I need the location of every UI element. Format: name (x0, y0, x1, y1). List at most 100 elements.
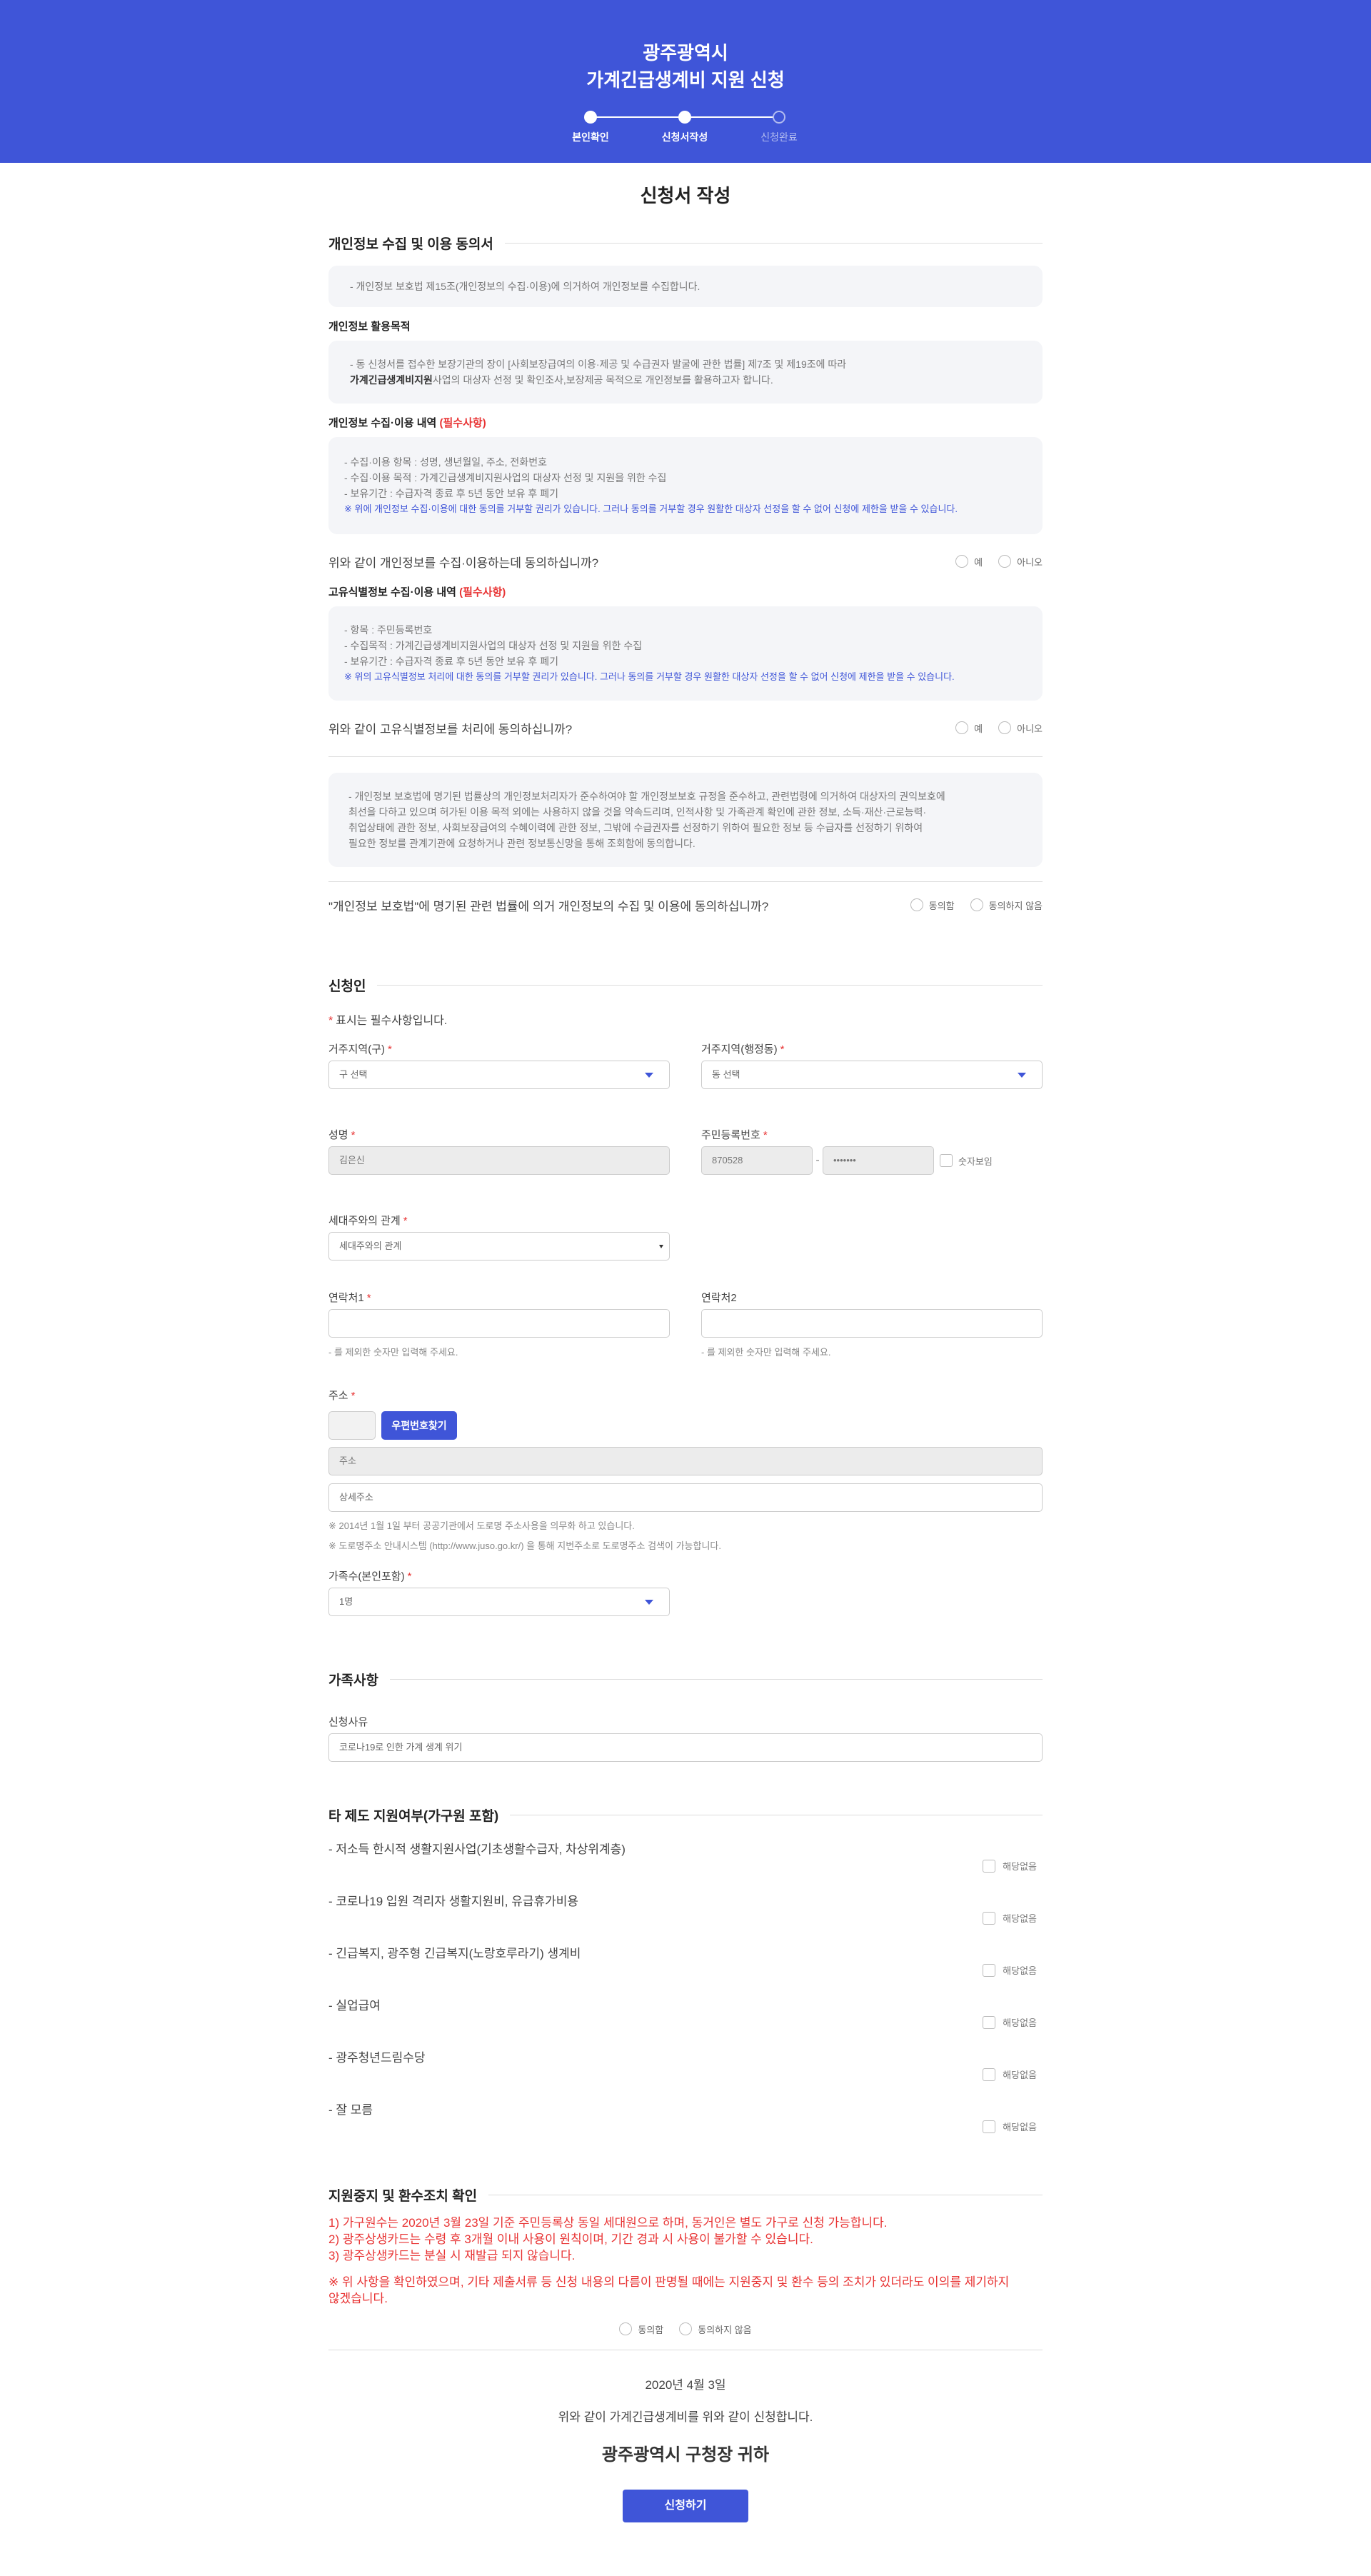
not-applicable-toggle[interactable]: 해당없음 (983, 2120, 1037, 2133)
unique-item: - 수집목적 : 가계긴급생계비지원사업의 대상자 선정 및 지원을 위한 수집 (344, 640, 643, 651)
checkbox[interactable] (983, 1911, 996, 1925)
checkbox[interactable] (983, 2068, 996, 2081)
checkbox-label: 해당없음 (1003, 2018, 1037, 2028)
radio-group: 예 아니오 (940, 721, 1043, 735)
consent-intro-box: - 개인정보 보호법 제15조(개인정보의 수집·이용)에 의거하여 개인정보를… (328, 266, 1043, 307)
phone2-field: 연락처2 - 를 제외한 숫자만 입력해 주세요. (701, 1288, 1043, 1358)
step-label-1: 본인확인 (572, 131, 609, 143)
checkbox[interactable] (983, 1859, 996, 1873)
radio-disagree[interactable]: 동의하지 않음 (970, 898, 1043, 912)
dong-field: 거주지역(행정동) * 동 선택 (701, 1039, 1043, 1089)
not-applicable-toggle[interactable]: 해당없음 (983, 1859, 1037, 1873)
family-count-row: 가족수(본인포함) * 1명 (328, 1566, 1043, 1616)
law-text: 취업상태에 관한 정보, 사회보장급여의 수혜이력에 관한 정보, 그밖에 수급… (348, 822, 923, 833)
radio-no[interactable]: 아니오 (998, 721, 1043, 735)
stepper-track-done-2 (686, 116, 777, 118)
relation-select[interactable]: 세대주와의 관계 (328, 1232, 670, 1261)
address-detail-input[interactable]: 상세주소 (328, 1483, 1043, 1512)
relation-field: 세대주와의 관계 * 세대주와의 관계 (328, 1211, 670, 1261)
label-text: 주민등록번호 (701, 1129, 760, 1141)
required-tag: (필수사항) (439, 417, 486, 429)
other-support-title-text: 타 제도 지원여부(가구원 포함) (328, 1808, 499, 1824)
label-text: 연락처2 (701, 1292, 737, 1304)
radio-circle[interactable] (970, 898, 983, 911)
radio-circle[interactable] (955, 555, 969, 568)
zip-input[interactable] (328, 1411, 376, 1440)
item-text: - 실업급여 (328, 1999, 381, 2013)
refund-section-title: 지원중지 및 환수조치 확인 (328, 2182, 1043, 2207)
radio-circle[interactable] (619, 2322, 633, 2335)
radio-label: 동의하지 않음 (698, 2324, 752, 2335)
consent-title-text: 개인정보 수집 및 이용 동의서 (328, 236, 493, 252)
declaration-text: 위와 같이 가계긴급생계비를 위와 같이 신청합니다. (558, 2410, 813, 2424)
required-note-text: 표시는 필수사항입니다. (336, 1015, 448, 1027)
zip-search-button[interactable]: 우편번호찾기 (381, 1411, 457, 1440)
required-star: * (403, 1215, 408, 1227)
radio-circle[interactable] (998, 555, 1012, 568)
dong-select[interactable]: 동 선택 (701, 1061, 1043, 1089)
radio-circle[interactable] (998, 721, 1012, 734)
radio-agree[interactable]: 동의함 (619, 2322, 663, 2336)
checkbox[interactable] (940, 1154, 953, 1167)
reason-label: 신청사유 (328, 1716, 368, 1728)
dong-label: 거주지역(행정동) * (701, 1039, 1043, 1061)
not-applicable-toggle[interactable]: 해당없음 (983, 1963, 1037, 1977)
radio-disagree[interactable]: 동의하지 않음 (679, 2322, 752, 2336)
reason-input[interactable]: 코로나19로 인한 가계 생계 위기 (328, 1733, 1043, 1762)
not-applicable-toggle[interactable]: 해당없음 (983, 1911, 1037, 1925)
family-count-select[interactable]: 1명 (328, 1588, 670, 1616)
checkbox[interactable] (983, 1963, 996, 1977)
law-text: - 개인정보 보호법에 명기된 법률상의 개인정보처리자가 준수하여야 할 개인… (348, 791, 945, 802)
radio-circle[interactable] (910, 898, 923, 911)
list-item: - 긴급복지, 광주형 긴급복지(노랑호루라기) 생계비해당없음 (328, 1938, 1043, 1990)
required-tag: (필수사항) (459, 586, 506, 598)
radio-agree[interactable]: 동의함 (910, 898, 955, 912)
label-text: 세대주와의 관계 (328, 1215, 401, 1227)
purpose-text-rest: 사업의 대상자 선정 및 확인조사,보장제공 목적으로 개인정보를 활용하고자 … (432, 374, 773, 386)
ssn-back-input[interactable]: ••••••• (823, 1146, 934, 1175)
radio-group: 동의함 동의하지 않음 (895, 898, 1043, 912)
radio-circle[interactable] (679, 2322, 693, 2335)
not-applicable-toggle[interactable]: 해당없음 (983, 2015, 1037, 2029)
radio-yes[interactable]: 예 (955, 721, 983, 735)
divider (389, 1678, 1043, 1680)
checkbox-label: 해당없음 (1003, 1965, 1037, 1976)
recipient-text: 광주광역시 구청장 귀하 (601, 2445, 770, 2465)
not-applicable-toggle[interactable]: 해당없음 (983, 2068, 1037, 2081)
checkbox[interactable] (983, 2120, 996, 2133)
ssn-inputs: 870528 - ••••••• 숫자보임 (701, 1146, 1043, 1175)
family-count-label: 가족수(본인포함) * (328, 1566, 670, 1588)
item-text: - 코로나19 입원 격리자 생활지원비, 유급휴가비용 (328, 1895, 579, 1908)
radio-yes[interactable]: 예 (955, 555, 983, 568)
submit-button[interactable]: 신청하기 (623, 2490, 748, 2522)
phone1-input[interactable] (328, 1309, 670, 1338)
dropdown-arrow-icon (1018, 1073, 1026, 1078)
page-header: 광주광역시 가계긴급생계비 지원 신청 본인확인 신청서작성 신청완료 (0, 0, 1371, 163)
required-star: * (351, 1129, 356, 1141)
gu-label: 거주지역(구) * (328, 1039, 670, 1061)
header-program-title: 가계긴급생계비 지원 신청 (586, 69, 785, 91)
radio-no[interactable]: 아니오 (998, 555, 1043, 568)
collect-box: - 수집·이용 항목 : 성명, 생년월일, 주소, 전화번호 - 수집·이용 … (328, 437, 1043, 534)
ssn-label: 주민등록번호 * (701, 1125, 1043, 1146)
step-label-2: 신청서작성 (661, 131, 708, 143)
item-text: - 광주청년드림수당 (328, 2051, 426, 2065)
radio-label: 아니오 (1017, 556, 1043, 568)
ssn-front-input[interactable]: 870528 (701, 1146, 813, 1175)
name-input[interactable]: 김은신 (328, 1146, 670, 1175)
family-title-text: 가족사항 (328, 1673, 378, 1688)
ssn-show-toggle[interactable]: 숫자보임 (940, 1154, 993, 1168)
radio-circle[interactable] (955, 721, 969, 734)
collect-item: - 수집·이용 항목 : 성명, 생년월일, 주소, 전화번호 (344, 456, 547, 468)
gu-select[interactable]: 구 선택 (328, 1061, 670, 1089)
address-input[interactable]: 주소 (328, 1447, 1043, 1475)
collect-item: - 수집·이용 목적 : 가계긴급생계비지원사업의 대상자 선정 및 지원을 위… (344, 472, 667, 483)
consent-question-3: "개인정보 보호법"에 명기된 관련 법률에 의거 개인정보의 수집 및 이용에… (328, 882, 1043, 928)
phone2-input[interactable] (701, 1309, 1043, 1338)
page-title: 신청서 작성 (640, 185, 731, 206)
checkbox[interactable] (983, 2015, 996, 2029)
unique-box: - 항목 : 주민등록번호 - 수집목적 : 가계긴급생계비지원사업의 대상자 … (328, 606, 1043, 701)
unique-title-text: 고유식별정보 수집·이용 내역 (328, 586, 456, 598)
form-container: 신청서 작성 개인정보 수집 및 이용 동의서 - 개인정보 보호법 제15조(… (328, 181, 1043, 2565)
item-text: - 긴급복지, 광주형 긴급복지(노랑호루라기) 생계비 (328, 1947, 581, 1960)
